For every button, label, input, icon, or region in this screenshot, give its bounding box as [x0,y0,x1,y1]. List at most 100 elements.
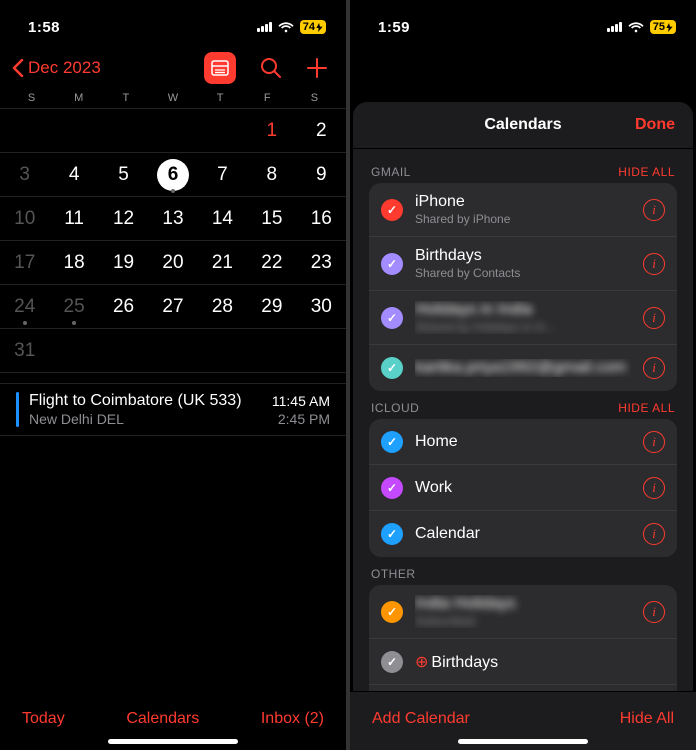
row-subtitle: Shared by iPhone [415,212,631,226]
status-time: 1:58 [28,19,60,36]
wifi-icon [628,21,644,33]
day-cell[interactable]: 21 [198,247,247,279]
day-cell[interactable]: 26 [99,291,148,323]
info-icon[interactable]: i [643,253,665,275]
event-text: Flight to Coimbatore (UK 533) New Delhi … [29,392,272,427]
hide-all-button[interactable]: HIDE ALL [618,401,675,415]
info-icon[interactable]: i [643,199,665,221]
status-bar: 1:58 74 [0,0,346,50]
day-cell[interactable]: 14 [198,203,247,235]
calendar-row[interactable]: India HolidaysSubscribedi [369,585,677,639]
calendar-row[interactable]: Homei [369,419,677,465]
status-bar: 1:59 75 [350,0,696,50]
add-calendar-button[interactable]: Add Calendar [372,710,470,728]
day-cell[interactable]: 10 [0,203,49,235]
day-cell[interactable]: 12 [99,203,148,235]
day-cell[interactable]: 9 [297,159,346,191]
day-cell[interactable]: 22 [247,247,296,279]
day-cell[interactable]: 17 [0,247,49,279]
day-cell[interactable]: 28 [198,291,247,323]
day-cell[interactable]: 15 [247,203,296,235]
day-cell[interactable]: 4 [49,159,98,191]
event-row[interactable]: Flight to Coimbatore (UK 533) New Delhi … [0,383,346,436]
day-number: 8 [256,159,288,191]
calendars-button[interactable]: Calendars [126,710,199,728]
today-button[interactable]: Today [22,710,65,728]
day-cell[interactable]: 8 [247,159,296,191]
day-number: 28 [206,291,238,323]
info-icon[interactable]: i [643,477,665,499]
checkbox-icon[interactable] [381,199,403,221]
calendar-row[interactable]: BirthdaysShared by Contactsi [369,237,677,291]
info-icon[interactable]: i [643,523,665,545]
info-icon[interactable]: i [643,431,665,453]
home-indicator[interactable] [108,739,238,744]
day-cell[interactable]: 7 [198,159,247,191]
info-icon[interactable]: i [643,601,665,623]
info-icon[interactable]: i [643,307,665,329]
checkbox-icon[interactable] [381,601,403,623]
day-cell[interactable]: 11 [49,203,98,235]
day-cell[interactable]: 18 [49,247,98,279]
chevron-left-icon [12,59,24,77]
day-number: 27 [157,291,189,323]
row-title: iPhone [415,193,631,211]
day-cell[interactable]: 31 [0,335,49,367]
day-cell[interactable]: 13 [148,203,197,235]
checkbox-icon[interactable] [381,523,403,545]
day-cell[interactable]: 30 [297,291,346,323]
hide-all-button[interactable]: Hide All [620,710,674,728]
info-icon[interactable]: i [643,357,665,379]
day-cell[interactable]: 16 [297,203,346,235]
list-view-toggle[interactable] [204,52,236,84]
day-number: 12 [108,203,140,235]
inbox-button[interactable]: Inbox (2) [261,710,324,728]
month-row: 3456789 [0,153,346,197]
event-start: 11:45 AM [272,393,330,409]
day-cell[interactable]: 6 [148,159,197,191]
calendar-row[interactable]: Calendari [369,511,677,557]
checkbox-icon[interactable] [381,651,403,673]
day-cell[interactable]: 24 [0,291,49,323]
day-number: 10 [9,203,41,235]
weekday: T [197,92,244,108]
search-button[interactable] [260,57,282,79]
day-cell[interactable]: 25 [49,291,98,323]
back-button[interactable]: Dec 2023 [12,58,101,78]
checkbox-icon[interactable] [381,357,403,379]
day-cell[interactable]: 27 [148,291,197,323]
checkbox-icon[interactable] [381,253,403,275]
calendar-row[interactable]: iPhoneShared by iPhone i [369,183,677,237]
wifi-icon [278,21,294,33]
day-cell[interactable]: 20 [148,247,197,279]
home-indicator[interactable] [458,739,588,744]
day-cell[interactable]: 5 [99,159,148,191]
day-cell[interactable]: 23 [297,247,346,279]
cellular-icon [257,22,272,32]
day-cell[interactable]: 29 [247,291,296,323]
checkbox-icon[interactable] [381,307,403,329]
day-number: 13 [157,203,189,235]
list-icon [211,60,229,76]
calendar-row[interactable]: Holidays in IndiaShared by Holidays in I… [369,291,677,345]
day-number: 6 [157,159,189,191]
calendar-header: Dec 2023 [0,50,346,92]
day-number: 29 [256,291,288,323]
row-title: kartika.priya1992@gmail.com [415,359,631,377]
day-cell[interactable]: 2 [297,115,346,147]
day-cell[interactable]: 19 [99,247,148,279]
calendar-row[interactable]: Worki [369,465,677,511]
add-event-button[interactable] [306,57,328,79]
calendar-row[interactable]: ⊕Birthdays [369,639,677,685]
done-button[interactable]: Done [635,116,675,134]
day-cell[interactable]: 3 [0,159,49,191]
day-cell[interactable]: 1 [247,115,296,147]
checkbox-icon[interactable] [381,431,403,453]
weekday: W [149,92,196,108]
section-header-other: OTHER [369,557,677,585]
hide-all-button[interactable]: HIDE ALL [618,165,675,179]
day-number: 19 [108,247,140,279]
checkbox-icon[interactable] [381,477,403,499]
calendar-row[interactable]: kartika.priya1992@gmail.com i [369,345,677,391]
sheet-body[interactable]: GMAIL HIDE ALL iPhoneShared by iPhoneiBi… [353,149,693,696]
